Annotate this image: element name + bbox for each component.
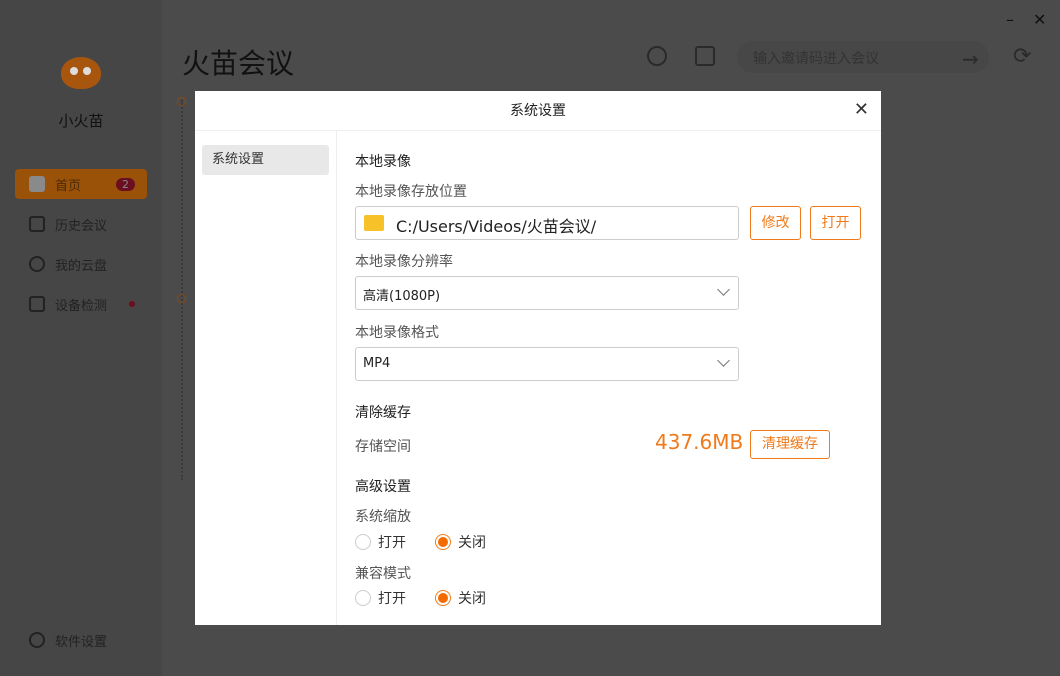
sidebar-item-cloud[interactable]: 我的云盘 bbox=[15, 249, 147, 279]
recording-path-field[interactable]: C:/Users/Videos/火苗会议/ bbox=[355, 206, 739, 240]
radio-label: 关闭 bbox=[458, 591, 486, 607]
format-select[interactable]: MP4 bbox=[355, 347, 739, 381]
radio-label: 打开 bbox=[378, 591, 406, 607]
cloud-upload-icon bbox=[29, 256, 45, 272]
app-logo bbox=[61, 57, 101, 89]
storage-label: 存储空间 bbox=[355, 439, 411, 455]
scaling-off-radio[interactable]: 关闭 bbox=[435, 532, 486, 552]
scaling-label: 系统缩放 bbox=[355, 509, 411, 525]
nav-label: 历史会议 bbox=[55, 218, 108, 234]
timeline bbox=[181, 100, 183, 480]
section-advanced: 高级设置 bbox=[355, 479, 411, 495]
page-title: 火苗会议 bbox=[182, 47, 295, 80]
app-name: 小火苗 bbox=[58, 112, 104, 130]
tab-system-settings[interactable]: 系统设置 bbox=[202, 145, 329, 175]
dialog-title: 系统设置 bbox=[195, 91, 881, 131]
clear-cache-button[interactable]: 清理缓存 bbox=[750, 430, 830, 459]
resolution-select[interactable]: 高清(1080P) bbox=[355, 276, 739, 310]
sidebar-item-device-check[interactable]: 设备检测 bbox=[15, 289, 147, 319]
chevron-down-icon bbox=[717, 354, 730, 367]
nav-label: 软件设置 bbox=[55, 634, 108, 650]
path-text: C:/Users/Videos/火苗会议/ bbox=[396, 217, 597, 236]
compat-label: 兼容模式 bbox=[355, 566, 411, 582]
sidebar: 小火苗 首页 2 历史会议 我的云盘 设备检测 软件设置 bbox=[0, 0, 162, 676]
timeline-dot bbox=[177, 294, 186, 303]
format-label: 本地录像格式 bbox=[355, 325, 439, 341]
nav-label: 设备检测 bbox=[55, 298, 108, 314]
open-button[interactable]: 打开 bbox=[810, 206, 861, 240]
notification-badge: 2 bbox=[116, 177, 135, 191]
refresh-icon[interactable]: ⟳ bbox=[1013, 44, 1031, 69]
record-icon[interactable] bbox=[647, 46, 667, 66]
compat-off-radio[interactable]: 关闭 bbox=[435, 588, 486, 608]
nav-label: 首页 bbox=[55, 178, 82, 194]
close-icon[interactable]: ✕ bbox=[854, 99, 869, 120]
book-icon bbox=[29, 216, 45, 232]
close-window-button[interactable]: ✕ bbox=[1033, 10, 1046, 29]
radio-label: 打开 bbox=[378, 535, 406, 551]
alert-dot bbox=[129, 301, 135, 307]
settings-cloud-icon bbox=[29, 632, 45, 648]
cache-size: 437.6MB bbox=[655, 430, 744, 454]
chevron-down-icon bbox=[717, 283, 730, 296]
scaling-on-radio[interactable]: 打开 bbox=[355, 532, 406, 552]
selected-value: 高清(1080P) bbox=[363, 289, 441, 304]
sidebar-item-history[interactable]: 历史会议 bbox=[15, 209, 147, 239]
sidebar-item-software-settings[interactable]: 软件设置 bbox=[15, 625, 147, 655]
settings-dialog: 系统设置 ✕ 系统设置 本地录像 本地录像存放位置 C:/Users/Video… bbox=[195, 91, 881, 625]
video-play-icon[interactable] bbox=[695, 46, 715, 66]
arrow-right-icon[interactable]: → bbox=[962, 47, 979, 71]
compat-on-radio[interactable]: 打开 bbox=[355, 588, 406, 608]
timeline-dot bbox=[177, 97, 186, 106]
radio-label: 关闭 bbox=[458, 535, 486, 551]
location-label: 本地录像存放位置 bbox=[355, 184, 467, 200]
minimize-button[interactable]: – bbox=[1006, 10, 1014, 29]
document-icon bbox=[29, 296, 45, 312]
invite-code-input[interactable]: 输入邀请码进入会议 bbox=[737, 41, 989, 73]
section-clear-cache: 清除缓存 bbox=[355, 405, 411, 421]
home-icon bbox=[29, 176, 45, 192]
modify-button[interactable]: 修改 bbox=[750, 206, 801, 240]
resolution-label: 本地录像分辨率 bbox=[355, 254, 453, 270]
folder-icon bbox=[364, 215, 384, 231]
nav-label: 我的云盘 bbox=[55, 258, 108, 274]
section-local-recording: 本地录像 bbox=[355, 154, 411, 170]
selected-value: MP4 bbox=[363, 356, 391, 371]
sidebar-item-home[interactable]: 首页 2 bbox=[15, 169, 147, 199]
